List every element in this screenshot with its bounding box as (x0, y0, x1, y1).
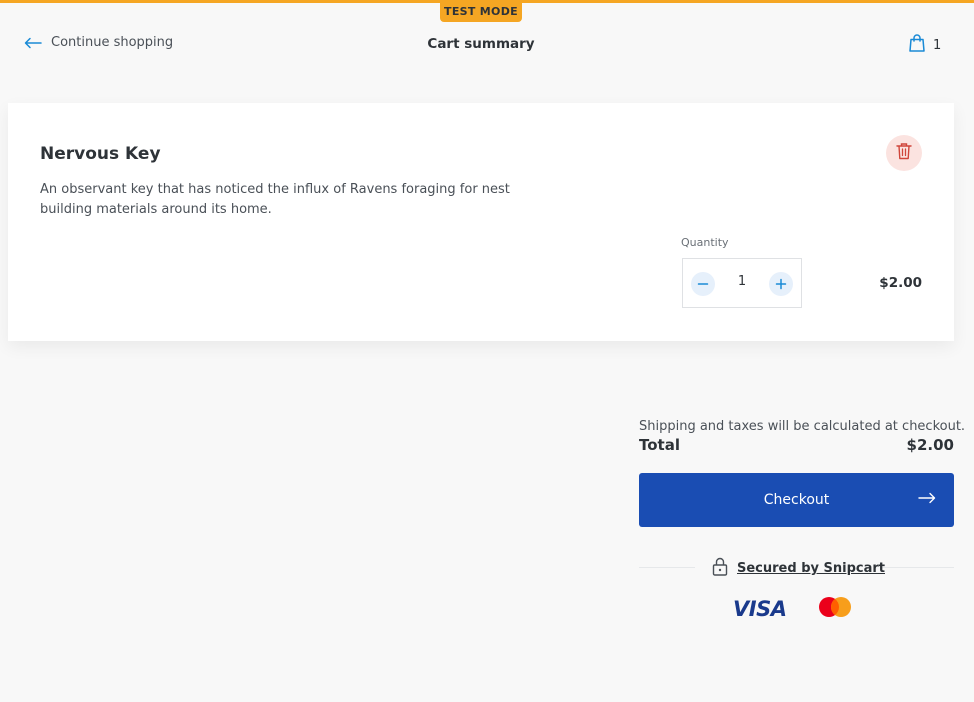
plus-icon (775, 275, 787, 294)
mastercard-logo (818, 596, 852, 622)
trash-icon (896, 142, 912, 164)
cart-button[interactable]: 1 (909, 34, 941, 56)
item-name: Nervous Key (40, 144, 161, 164)
divider-left (639, 567, 695, 568)
secured-by-snipcart-link[interactable]: Secured by Snipcart (737, 561, 885, 576)
page-title: Cart summary (427, 36, 535, 52)
arrow-right-icon (918, 492, 936, 508)
increase-quantity-button[interactable] (769, 272, 793, 296)
cart-count: 1 (933, 37, 942, 53)
quantity-stepper: 1 (682, 258, 802, 308)
total-label: Total (639, 436, 680, 454)
shopping-bag-icon (909, 34, 925, 56)
decrease-quantity-button[interactable] (691, 272, 715, 296)
minus-icon (697, 275, 709, 294)
secured-by-snipcart: Secured by Snipcart (639, 557, 954, 579)
test-mode-badge: TEST MODE (440, 0, 522, 22)
checkout-label: Checkout (763, 492, 830, 508)
total-row: Total $2.00 (639, 436, 954, 454)
shipping-note: Shipping and taxes will be calculated at… (639, 419, 966, 434)
item-price: $2.00 (879, 275, 922, 291)
quantity-value[interactable]: 1 (719, 274, 765, 289)
checkout-button[interactable]: Checkout (639, 473, 954, 527)
total-value: $2.00 (906, 436, 954, 454)
cart-header: Continue shopping Cart summary 1 (0, 28, 974, 62)
payment-methods: VISA (733, 596, 852, 622)
remove-item-button[interactable] (886, 135, 922, 171)
order-summary: Shipping and taxes will be calculated at… (639, 419, 966, 454)
visa-logo: VISA (733, 597, 787, 621)
cart-item: Nervous Key An observant key that has no… (8, 103, 954, 341)
item-description: An observant key that has noticed the in… (40, 182, 510, 217)
lock-icon (712, 557, 728, 580)
divider-right (882, 567, 954, 568)
quantity-label: Quantity (681, 236, 729, 249)
